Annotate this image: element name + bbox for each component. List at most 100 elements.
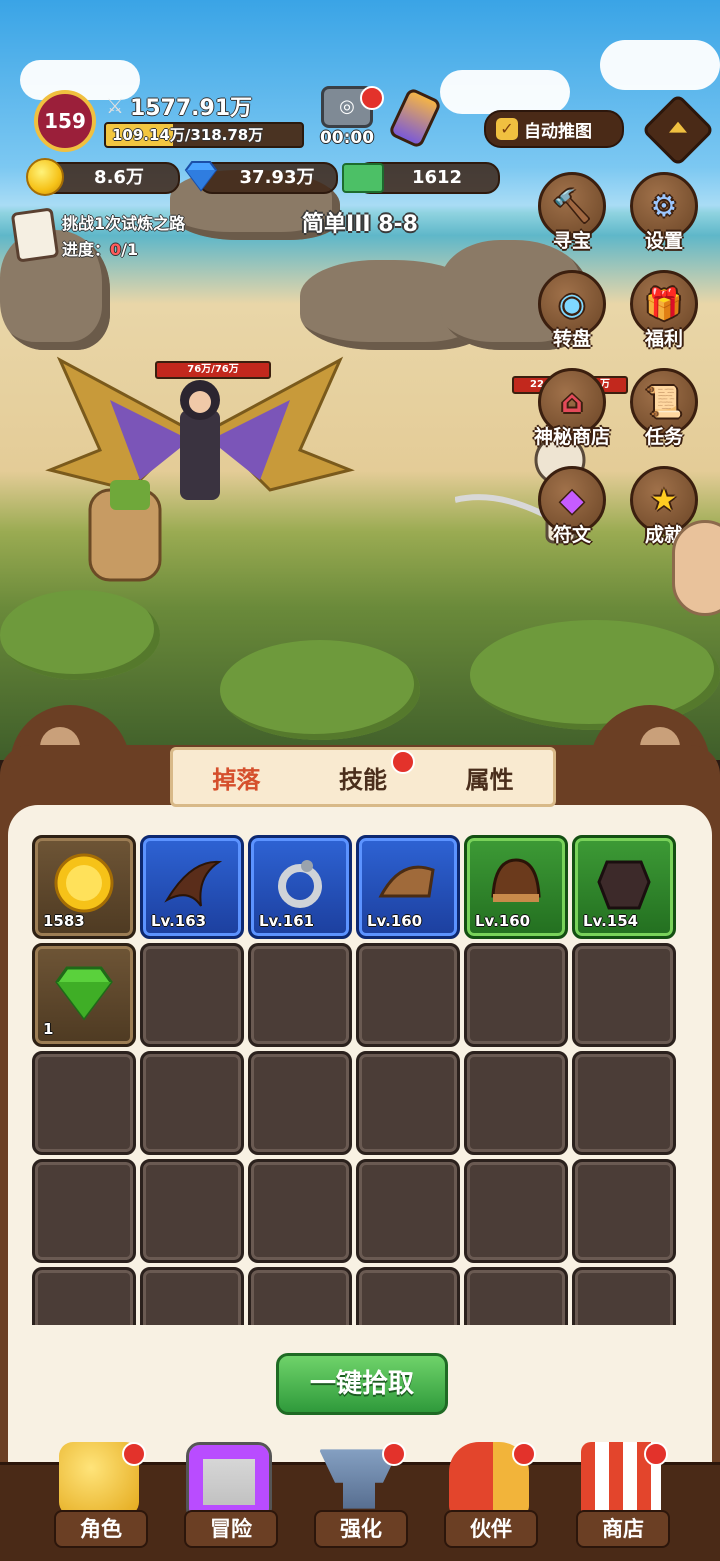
empty-slot bbox=[140, 1051, 244, 1155]
empty-slot bbox=[572, 1267, 676, 1325]
drop-grid: 1583 Lv.163 Lv.161 Lv.160 Lv.160 Lv.154 1 bbox=[32, 835, 688, 1325]
golem-icon bbox=[88, 480, 162, 582]
empty-slot bbox=[356, 943, 460, 1047]
panel-tabs: 掉落 技能 属性 bbox=[170, 747, 556, 807]
swords-icon: ⚔ bbox=[106, 94, 124, 118]
hero-hp-bar: 76万/76万 bbox=[155, 361, 271, 379]
bush bbox=[0, 590, 160, 680]
drop-label: 1583 bbox=[43, 912, 85, 930]
level-badge[interactable]: 159 bbox=[28, 90, 96, 152]
drop-label: 1 bbox=[43, 1020, 54, 1038]
side-scroll-handle[interactable] bbox=[672, 520, 720, 616]
diamond-value: 37.93万 bbox=[239, 167, 315, 188]
chest-timer-button[interactable]: ◎ 00:00 bbox=[316, 86, 384, 148]
treasure-label: 寻宝 bbox=[552, 230, 591, 252]
tab-skills-label: 技能 bbox=[338, 765, 387, 794]
empty-slot bbox=[140, 1267, 244, 1325]
drop-slot[interactable]: Lv.160 bbox=[356, 835, 460, 939]
tab-attributes[interactable]: 属性 bbox=[466, 760, 514, 795]
quest-progress-current: 0 bbox=[110, 240, 122, 259]
drop-slot[interactable]: Lv.160 bbox=[464, 835, 568, 939]
tab-skills[interactable]: 技能 bbox=[338, 749, 415, 795]
settings-button[interactable]: ⚙ 设置 bbox=[624, 172, 704, 262]
gold-coin-icon bbox=[54, 853, 114, 913]
empty-slot bbox=[464, 1159, 568, 1263]
notification-dot bbox=[122, 1442, 146, 1466]
empty-slot bbox=[32, 1051, 136, 1155]
nav-character-label: 角色 bbox=[54, 1510, 148, 1548]
nav-partner[interactable]: 伙伴 bbox=[434, 1442, 544, 1552]
empty-slot bbox=[356, 1267, 460, 1325]
drop-slot[interactable]: Lv.154 bbox=[572, 835, 676, 939]
empty-slot bbox=[572, 1159, 676, 1263]
notification-dot bbox=[390, 749, 415, 774]
empty-slot bbox=[464, 943, 568, 1047]
cash-icon bbox=[342, 163, 384, 193]
shoulder-armor-icon bbox=[378, 865, 435, 898]
drop-slot[interactable]: Lv.163 bbox=[140, 835, 244, 939]
quest-tracker[interactable]: 挑战1次试炼之路 进度：0/1 bbox=[10, 206, 262, 263]
settings-label: 设置 bbox=[644, 230, 683, 252]
notification-dot bbox=[512, 1442, 536, 1466]
cloud bbox=[600, 40, 720, 90]
auto-push-toggle[interactable]: ✓ 自动推图 bbox=[484, 110, 624, 148]
quest-progress: 进度：0/1 bbox=[62, 236, 138, 260]
gold-value: 8.6万 bbox=[94, 167, 144, 188]
chest-timer: 00:00 bbox=[319, 128, 375, 148]
nav-partner-label: 伙伴 bbox=[444, 1510, 538, 1548]
diamond-icon bbox=[184, 161, 218, 192]
drop-label: Lv.161 bbox=[259, 912, 315, 930]
drop-slot[interactable]: 1583 bbox=[32, 835, 136, 939]
scroll-icon bbox=[10, 207, 60, 263]
drop-label: Lv.160 bbox=[475, 912, 531, 930]
chevron-up-icon bbox=[669, 118, 687, 136]
empty-slot bbox=[356, 1159, 460, 1263]
empty-slot bbox=[32, 1267, 136, 1325]
empty-slot bbox=[464, 1267, 568, 1325]
gold-coin-icon bbox=[26, 158, 64, 196]
exp-text: 109.14万/318.78万 bbox=[112, 126, 264, 144]
ring-icon bbox=[278, 860, 322, 908]
quest-progress-total: /1 bbox=[121, 240, 139, 259]
exp-bar: 109.14万/318.78万 bbox=[104, 122, 304, 148]
blade-icon bbox=[164, 860, 223, 907]
power-value: 1577.91万 bbox=[129, 96, 253, 121]
treasure-hunt-button[interactable]: 🔨 寻宝 bbox=[532, 172, 612, 262]
helmet-icon bbox=[491, 858, 541, 902]
nav-shop-label: 商店 bbox=[576, 1510, 670, 1548]
nav-enhance[interactable]: 强化 bbox=[304, 1442, 414, 1552]
empty-slot bbox=[248, 943, 352, 1047]
tab-drops[interactable]: 掉落 bbox=[212, 760, 260, 795]
welfare-button[interactable]: 🎁 福利 bbox=[624, 270, 704, 360]
nav-shop[interactable]: 商店 bbox=[566, 1442, 676, 1552]
mystery-shop-button[interactable]: ⌂ 神秘商店 bbox=[522, 368, 622, 458]
wheel-button[interactable]: ◉ 转盘 bbox=[532, 270, 612, 360]
cash-value: 1612 bbox=[411, 167, 463, 188]
notification-dot bbox=[644, 1442, 668, 1466]
tasks-button[interactable]: 📜 任务 bbox=[624, 368, 704, 458]
mystery-shop-label: 神秘商店 bbox=[533, 426, 610, 448]
checkbox-checked-icon: ✓ bbox=[496, 118, 518, 140]
empty-slot bbox=[32, 1159, 136, 1263]
notification-dot bbox=[382, 1442, 406, 1466]
runes-button[interactable]: ◆ 符文 bbox=[532, 466, 612, 556]
diamond-counter: 37.93万 bbox=[198, 162, 338, 194]
pick-all-button[interactable]: 一键拾取 bbox=[276, 1353, 448, 1415]
nav-character[interactable]: 角色 bbox=[44, 1442, 154, 1552]
bottom-nav: 角色 冒险 强化 伙伴 商店 bbox=[0, 1442, 720, 1561]
green-gem-icon bbox=[55, 966, 113, 1021]
nav-enhance-label: 强化 bbox=[314, 1510, 408, 1548]
empty-slot bbox=[140, 943, 244, 1047]
drop-slot[interactable]: 1 bbox=[32, 943, 136, 1047]
nav-adventure[interactable]: 冒险 bbox=[174, 1442, 284, 1552]
empty-slot bbox=[248, 1051, 352, 1155]
empty-slot bbox=[356, 1051, 460, 1155]
cloud bbox=[440, 70, 570, 114]
empty-slot bbox=[572, 943, 676, 1047]
runes-label: 符文 bbox=[552, 524, 591, 546]
hero-golem bbox=[70, 470, 190, 600]
drop-slot[interactable]: Lv.161 bbox=[248, 835, 352, 939]
armor-icon bbox=[597, 860, 651, 910]
power-display: ⚔ 1577.91万 bbox=[106, 92, 253, 121]
potion-button[interactable] bbox=[387, 86, 443, 150]
